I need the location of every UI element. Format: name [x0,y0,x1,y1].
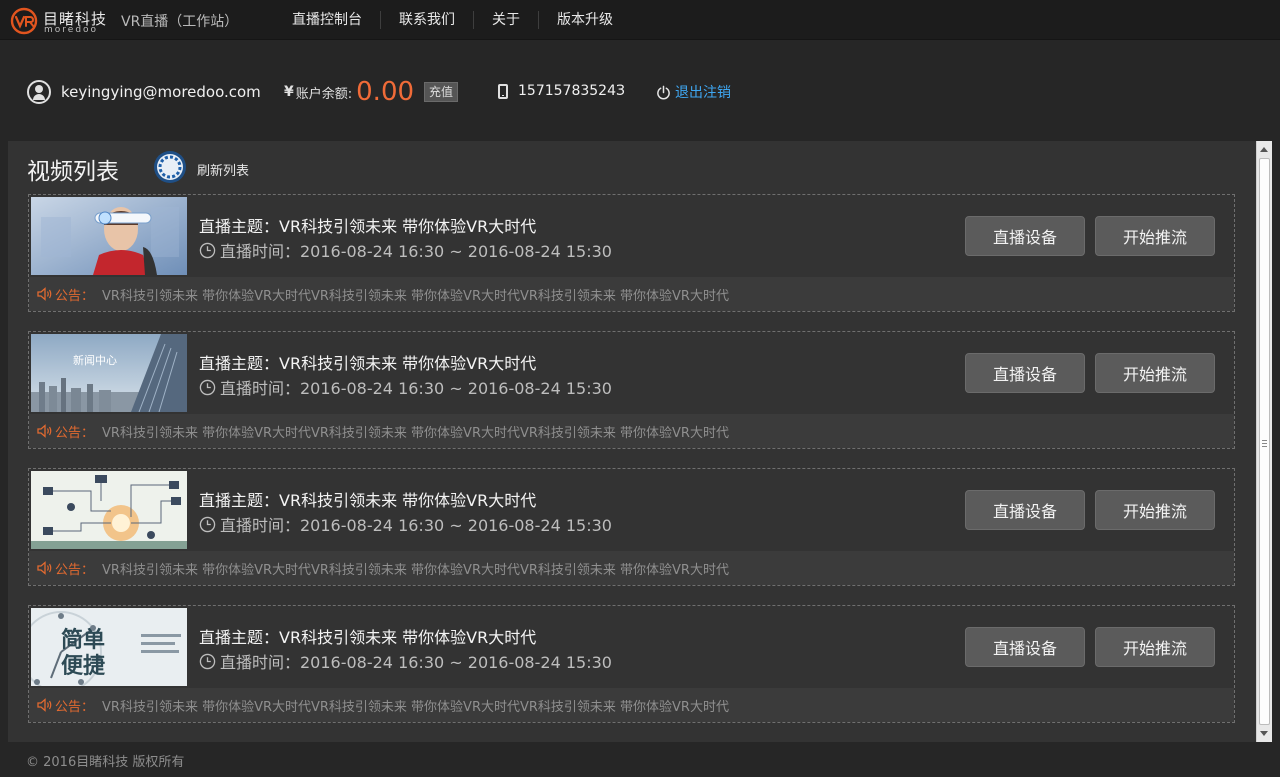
network-diagram-image [31,471,187,549]
start-stream-button[interactable]: 开始推流 [1095,216,1215,256]
live-time: 直播时间：2016-08-24 16:30 ~ 2016-08-24 15:30 [220,379,612,398]
app-title: VR直播（工作站） [121,14,239,30]
start-stream-button[interactable]: 开始推流 [1095,490,1215,530]
logout-link[interactable]: 退出注销 [656,82,731,102]
top-nav-bar: 目睹科技 moredoo VR直播（工作站） 直播控制台 联系我们 关于 版本升… [0,0,1280,40]
user-email: keyingying@moredoo.com [61,83,261,101]
recharge-button[interactable]: 充值 [424,82,459,102]
video-card: 简单便捷 直播主题：VR科技引领未来 带你体验VR大时代 直播时间：2016-0… [28,605,1235,723]
refresh-icon[interactable] [153,150,187,184]
live-time: 直播时间：2016-08-24 16:30 ~ 2016-08-24 15:30 [220,242,612,261]
live-device-button[interactable]: 直播设备 [965,216,1085,256]
video-thumbnail[interactable]: 新闻中心 [31,334,187,412]
video-thumbnail[interactable]: 简单便捷 [31,608,187,686]
nav-item-about[interactable]: 关于 [474,11,539,29]
thumb-caption: 新闻中心 [73,354,117,367]
speaker-icon [37,287,52,301]
video-card: 直播主题：VR科技引领未来 带你体验VR大时代 直播时间：2016-08-24 … [28,468,1235,586]
notice-label: 公告： [55,288,95,304]
user-icon [27,80,51,104]
clock-icon [199,242,216,258]
vertical-scrollbar[interactable] [1256,141,1272,742]
speaker-icon [37,561,52,575]
scroll-up-arrow-icon[interactable] [1260,147,1268,152]
notice-bar: 公告： VR科技引领未来 带你体验VR大时代VR科技引领未来 带你体验VR大时代… [29,551,1234,585]
account-bar: keyingying@moredoo.com ¥ 账户余额: 0.00 充值 1… [0,41,1280,140]
phone-icon [498,83,508,99]
notice-text: VR科技引领未来 带你体验VR大时代VR科技引领未来 带你体验VR大时代VR科技… [102,699,729,715]
yen-icon: ¥ [284,84,294,100]
thumb-caption: 简单便捷 [61,628,106,679]
live-time-row: 直播时间：2016-08-24 16:30 ~ 2016-08-24 15:30 [199,512,612,536]
live-time: 直播时间：2016-08-24 16:30 ~ 2016-08-24 15:30 [220,653,612,672]
live-time: 直播时间：2016-08-24 16:30 ~ 2016-08-24 15:30 [220,516,612,535]
logout-label[interactable]: 退出注销 [675,82,731,102]
nav-item-version-upgrade[interactable]: 版本升级 [539,11,631,29]
live-time-row: 直播时间：2016-08-24 16:30 ~ 2016-08-24 15:30 [199,375,612,399]
page-title: 视频列表 [27,159,119,185]
nav-item-contact-us[interactable]: 联系我们 [381,11,474,29]
main-nav: 直播控制台 联系我们 关于 版本升级 [274,0,631,40]
speaker-icon [37,698,52,712]
live-topic: 直播主题：VR科技引领未来 带你体验VR大时代 [199,628,537,647]
live-device-button[interactable]: 直播设备 [965,490,1085,530]
grip-line [1262,440,1267,441]
video-thumbnail[interactable] [31,197,187,275]
start-stream-button[interactable]: 开始推流 [1095,353,1215,393]
news-center-city-image [31,334,187,412]
grip-line [1262,443,1267,444]
grip-line [1262,446,1267,447]
video-card: 新闻中心 直播主题：VR科技引领未来 带你体验VR大时代 直播时间：2016-0… [28,331,1235,449]
live-device-button[interactable]: 直播设备 [965,353,1085,393]
clock-icon [199,653,216,669]
notice-label: 公告： [55,425,95,441]
live-topic: 直播主题：VR科技引领未来 带你体验VR大时代 [199,491,537,510]
video-card: 直播主题：VR科技引领未来 带你体验VR大时代 直播时间：2016-08-24 … [28,194,1235,312]
notice-label: 公告： [55,699,95,715]
speaker-icon [37,424,52,438]
scroll-down-arrow-icon[interactable] [1260,731,1268,736]
notice-label: 公告： [55,562,95,578]
video-list-panel: 视频列表 刷新列表 直播主题：VR科技引领未来 带你体验VR大时代 直播时间：2… [8,141,1256,742]
notice-bar: 公告： VR科技引领未来 带你体验VR大时代VR科技引领未来 带你体验VR大时代… [29,414,1234,448]
brand-logo[interactable]: 目睹科技 moredoo [10,7,110,35]
notice-text: VR科技引领未来 带你体验VR大时代VR科技引领未来 带你体验VR大时代VR科技… [102,562,729,578]
user-info: keyingying@moredoo.com [27,80,261,104]
balance-info: ¥ 账户余额: 0.00 充值 [284,77,459,107]
vr-headset-woman-image [31,197,187,275]
logo-en-text: moredoo [44,25,99,35]
live-topic: 直播主题：VR科技引领未来 带你体验VR大时代 [199,217,537,236]
nav-item-live-console[interactable]: 直播控制台 [274,11,381,29]
live-time-row: 直播时间：2016-08-24 16:30 ~ 2016-08-24 15:30 [199,649,612,673]
footer-copyright: © 2016目睹科技 版权所有 [26,755,185,770]
notice-text: VR科技引领未来 带你体验VR大时代VR科技引领未来 带你体验VR大时代VR科技… [102,425,729,441]
refresh-list-button[interactable]: 刷新列表 [197,160,249,179]
live-device-button[interactable]: 直播设备 [965,627,1085,667]
balance-label: 账户余额: [295,86,353,102]
vr-logo-icon [10,7,38,35]
notice-bar: 公告： VR科技引领未来 带你体验VR大时代VR科技引领未来 带你体验VR大时代… [29,688,1234,722]
notice-text: VR科技引领未来 带你体验VR大时代VR科技引领未来 带你体验VR大时代VR科技… [102,288,729,304]
clock-icon [199,516,216,532]
live-time-row: 直播时间：2016-08-24 16:30 ~ 2016-08-24 15:30 [199,238,612,262]
power-icon [657,85,670,99]
live-topic: 直播主题：VR科技引领未来 带你体验VR大时代 [199,354,537,373]
clock-icon [199,379,216,395]
phone-info: 15715783524З [498,83,625,99]
balance-value: 0.00 [356,77,415,107]
video-thumbnail[interactable] [31,471,187,549]
notice-bar: 公告： VR科技引领未来 带你体验VR大时代VR科技引领未来 带你体验VR大时代… [29,277,1234,311]
start-stream-button[interactable]: 开始推流 [1095,627,1215,667]
scroll-thumb[interactable] [1259,158,1270,725]
phone-number: 15715783524З [518,83,625,99]
